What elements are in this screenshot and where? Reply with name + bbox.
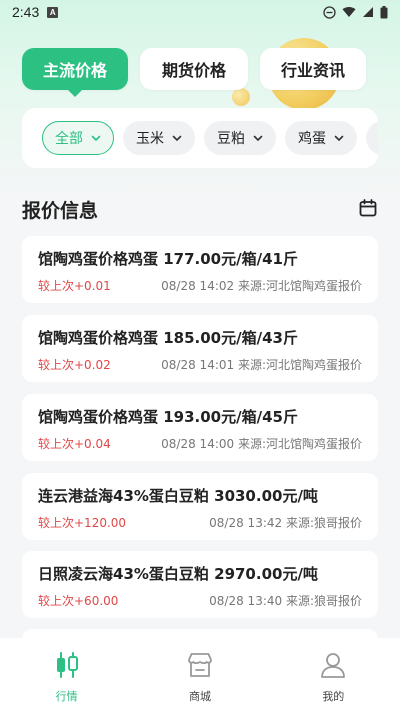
quote-change: 较上次+0.04 bbox=[38, 437, 111, 451]
filter-chip-partial[interactable] bbox=[366, 121, 378, 155]
filter-chip-label: 鸡蛋 bbox=[298, 131, 326, 147]
filter-chip-soymeal[interactable]: 豆粕 bbox=[204, 121, 276, 155]
quote-title: 馆陶鸡蛋价格鸡蛋 193.00元/箱/45斤 bbox=[38, 408, 298, 426]
tab-mainstream-price[interactable]: 主流价格 bbox=[22, 48, 128, 90]
quote-info-row: 较上次+0.04 08/28 14:00 来源:河北馆陶鸡蛋报价 bbox=[38, 435, 362, 452]
do-not-disturb-icon bbox=[323, 5, 336, 19]
quote-info-row: 较上次+0.02 08/28 14:01 来源:河北馆陶鸡蛋报价 bbox=[38, 356, 362, 373]
quote-meta: 08/28 13:40 来源:狼哥报价 bbox=[209, 594, 362, 608]
quote-meta: 08/28 13:42 来源:狼哥报价 bbox=[209, 516, 362, 530]
nav-label: 我的 bbox=[322, 690, 345, 703]
quote-change: 较上次+0.01 bbox=[38, 279, 111, 293]
top-tab-bar: 主流价格 期货价格 行业资讯 bbox=[22, 48, 366, 90]
tab-industry-news[interactable]: 行业资讯 bbox=[260, 48, 366, 90]
quote-change: 较上次+60.00 bbox=[38, 594, 119, 608]
notification-icon: A bbox=[47, 6, 59, 18]
store-icon bbox=[188, 653, 212, 677]
filter-chip-label: 全部 bbox=[55, 131, 83, 147]
status-icons bbox=[323, 5, 388, 19]
quote-title: 日照凌云海43%蛋白豆粕 2970.00元/吨 bbox=[38, 565, 318, 583]
quote-card[interactable]: 馆陶鸡蛋价格鸡蛋 177.00元/箱/41斤 较上次+0.01 08/28 14… bbox=[22, 236, 378, 303]
quote-meta: 08/28 14:01 来源:河北馆陶鸡蛋报价 bbox=[161, 358, 362, 372]
quote-card[interactable]: 日照凌云海43%蛋白豆粕 2970.00元/吨 较上次+60.00 08/28 … bbox=[22, 551, 378, 618]
quote-meta: 08/28 14:00 来源:河北馆陶鸡蛋报价 bbox=[161, 437, 362, 451]
quote-info-row: 较上次+60.00 08/28 13:40 来源:狼哥报价 bbox=[38, 592, 362, 609]
nav-item-profile[interactable]: 我的 bbox=[293, 650, 373, 704]
status-time: 2:43 bbox=[12, 4, 40, 20]
chevron-down-icon bbox=[334, 135, 344, 141]
quote-card[interactable]: 连云港益海43%蛋白豆粕 3030.00元/吨 较上次+120.00 08/28… bbox=[22, 473, 378, 540]
nav-label: 商城 bbox=[188, 690, 211, 703]
chevron-down-icon bbox=[91, 135, 101, 141]
battery-icon bbox=[380, 5, 388, 18]
nav-label: 行情 bbox=[55, 690, 78, 703]
filter-chip-egg[interactable]: 鸡蛋 bbox=[285, 121, 357, 155]
filter-chip-corn[interactable]: 玉米 bbox=[123, 121, 195, 155]
chevron-down-icon bbox=[172, 135, 182, 141]
quote-meta: 08/28 14:02 来源:河北馆陶鸡蛋报价 bbox=[161, 279, 362, 293]
signal-icon bbox=[363, 7, 373, 17]
bottom-nav: 行情 商城 我的 bbox=[0, 638, 400, 710]
quote-change: 较上次+0.02 bbox=[38, 358, 111, 372]
tab-futures-price[interactable]: 期货价格 bbox=[140, 48, 248, 90]
chevron-down-icon bbox=[253, 135, 263, 141]
header-background bbox=[0, 0, 400, 200]
quote-card[interactable]: 馆陶鸡蛋价格鸡蛋 185.00元/箱/43斤 较上次+0.02 08/28 14… bbox=[22, 315, 378, 382]
quote-title: 馆陶鸡蛋价格鸡蛋 177.00元/箱/41斤 bbox=[38, 250, 298, 268]
quote-title: 连云港益海43%蛋白豆粕 3030.00元/吨 bbox=[38, 487, 318, 505]
status-bar: 2:43 A bbox=[0, 0, 400, 24]
quote-info-row: 较上次+120.00 08/28 13:42 来源:狼哥报价 bbox=[38, 514, 362, 531]
coin-decoration-small bbox=[232, 88, 250, 106]
candlestick-chart-icon bbox=[56, 652, 78, 678]
quote-info-row: 较上次+0.01 08/28 14:02 来源:河北馆陶鸡蛋报价 bbox=[38, 277, 362, 294]
filter-chip-all[interactable]: 全部 bbox=[42, 121, 114, 155]
filter-chip-label: 豆粕 bbox=[217, 131, 245, 147]
filter-chip-label: 玉米 bbox=[136, 131, 164, 147]
quote-change: 较上次+120.00 bbox=[38, 516, 127, 530]
quote-title: 馆陶鸡蛋价格鸡蛋 185.00元/箱/43斤 bbox=[38, 329, 298, 347]
quote-card[interactable]: 馆陶鸡蛋价格鸡蛋 193.00元/箱/45斤 较上次+0.04 08/28 14… bbox=[22, 394, 378, 461]
wifi-icon bbox=[342, 6, 356, 17]
calendar-icon[interactable] bbox=[359, 199, 377, 217]
user-icon bbox=[321, 653, 346, 678]
nav-item-market[interactable]: 行情 bbox=[27, 650, 107, 704]
section-title: 报价信息 bbox=[22, 200, 99, 222]
filter-panel: 全部 玉米 豆粕 鸡蛋 bbox=[22, 108, 378, 168]
nav-item-store[interactable]: 商城 bbox=[160, 650, 240, 704]
